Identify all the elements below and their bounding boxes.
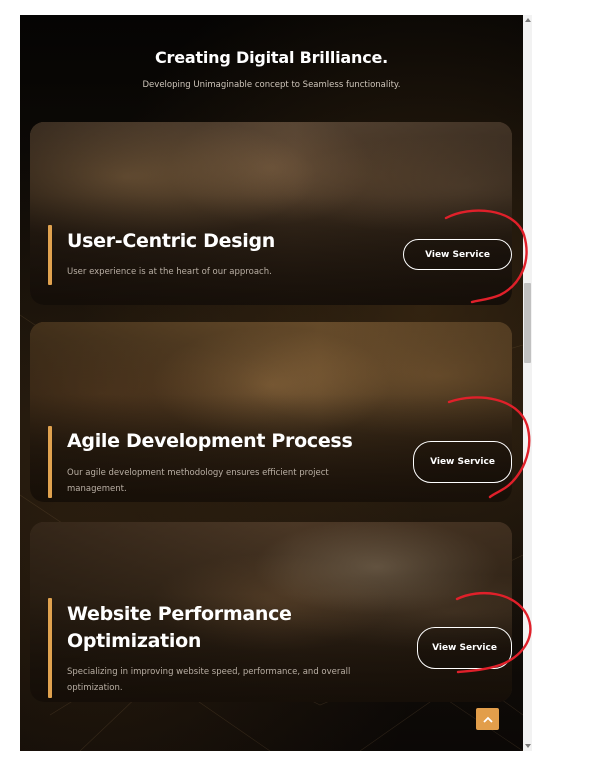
scroll-down-arrow[interactable] bbox=[523, 741, 532, 751]
accent-bar bbox=[48, 225, 52, 285]
view-service-button[interactable]: View Service bbox=[413, 441, 512, 483]
page-viewport: Creating Digital Brilliance. Developing … bbox=[20, 15, 523, 751]
accent-bar bbox=[48, 426, 52, 498]
triangle-up-icon bbox=[524, 18, 531, 22]
service-card-user-centric-design: User-Centric Design User experience is a… bbox=[30, 122, 512, 305]
scrollbar[interactable] bbox=[523, 15, 532, 751]
scrollbar-thumb[interactable] bbox=[524, 283, 531, 363]
accent-bar bbox=[48, 598, 52, 698]
triangle-down-icon bbox=[524, 744, 531, 748]
service-description: Our agile development methodology ensure… bbox=[67, 468, 329, 494]
service-card-agile-development: Agile Development Process Our agile deve… bbox=[30, 322, 512, 502]
view-service-button[interactable]: View Service bbox=[417, 627, 512, 669]
service-description: Specializing in improving website speed,… bbox=[67, 667, 351, 693]
scroll-to-top-button[interactable] bbox=[476, 708, 499, 730]
section-header: Creating Digital Brilliance. Developing … bbox=[20, 48, 523, 90]
service-title: Website Performance Optimization bbox=[67, 603, 292, 652]
service-title: User-Centric Design bbox=[67, 230, 275, 252]
service-card-performance-optimization: Website Performance Optimization Special… bbox=[30, 522, 512, 702]
view-service-button[interactable]: View Service bbox=[403, 239, 512, 270]
chevron-up-icon bbox=[482, 716, 493, 723]
scroll-up-arrow[interactable] bbox=[523, 15, 532, 25]
section-subtitle: Developing Unimaginable concept to Seaml… bbox=[142, 80, 401, 90]
section-title: Creating Digital Brilliance. bbox=[154, 48, 389, 67]
service-description: User experience is at the heart of our a… bbox=[67, 267, 272, 277]
service-title: Agile Development Process bbox=[67, 430, 353, 452]
